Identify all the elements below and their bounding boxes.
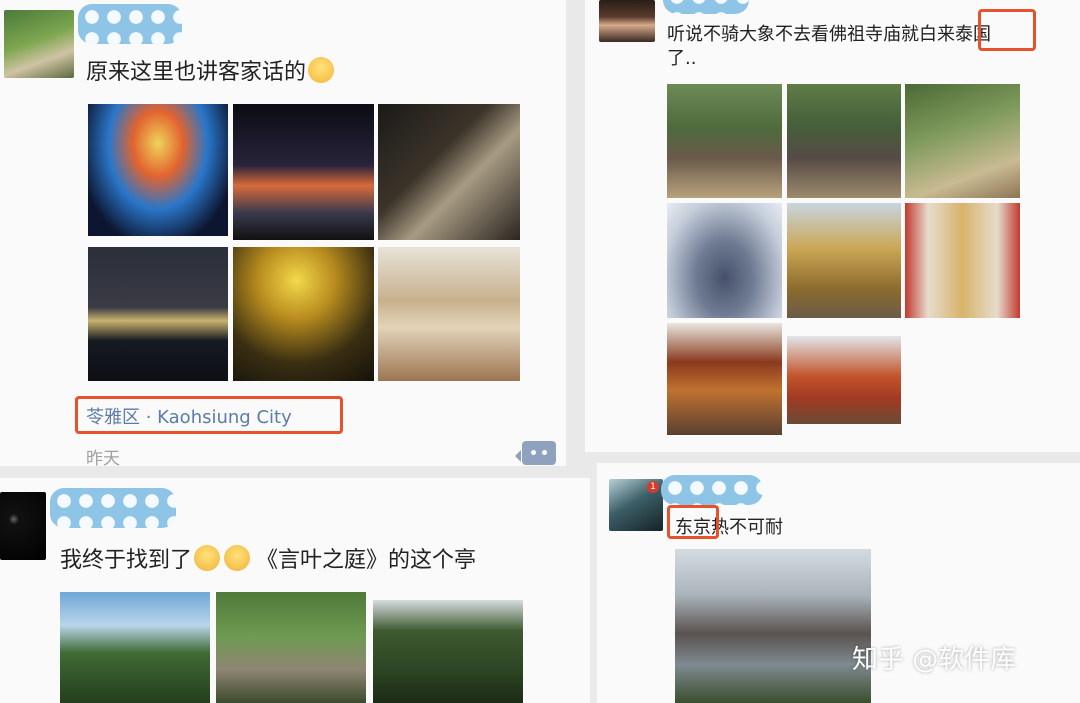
- photo-tile[interactable]: [675, 549, 871, 703]
- post-text-line1: 听说不骑大象不去看佛祖寺庙就白来泰国: [667, 24, 991, 45]
- photo-tile[interactable]: [787, 203, 901, 318]
- moment-post-tokyo: 1 东京热不可耐 知乎 @软件库: [597, 463, 1080, 703]
- user-avatar[interactable]: [4, 10, 74, 78]
- user-avatar[interactable]: [0, 492, 46, 560]
- comment-button[interactable]: [515, 441, 556, 465]
- crying-emoji: [224, 545, 251, 571]
- crying-emoji: [194, 545, 221, 571]
- username-blurred[interactable]: [50, 488, 176, 528]
- dot-icon: [542, 450, 547, 455]
- photo-tile[interactable]: [233, 104, 374, 240]
- photo-tile[interactable]: [378, 104, 520, 240]
- photo-tile[interactable]: [378, 247, 520, 381]
- highlight-box: [667, 505, 719, 539]
- photo-tile[interactable]: [787, 84, 901, 198]
- user-avatar[interactable]: [599, 0, 655, 42]
- moment-post-kaohsiung: 原来这里也讲客家话的 苓雅区 · Kaohsiung City 昨天: [0, 0, 566, 466]
- photo-tile[interactable]: [60, 592, 210, 703]
- post-text: 我终于找到了 《言叶之庭》的这个亭: [60, 542, 476, 574]
- moment-post-garden: 我终于找到了 《言叶之庭》的这个亭: [0, 478, 590, 703]
- highlight-box: [978, 9, 1036, 51]
- photo-tile[interactable]: [787, 336, 901, 424]
- highlight-box: [75, 396, 343, 434]
- photo-tile[interactable]: [216, 592, 366, 703]
- photo-tile[interactable]: [373, 600, 523, 703]
- photo-tile[interactable]: [88, 104, 228, 236]
- badge: 1: [647, 481, 659, 493]
- dot-icon: [531, 450, 536, 455]
- photo-tile[interactable]: [905, 203, 1020, 318]
- photo-tile[interactable]: [667, 203, 782, 318]
- laughing-tears-emoji: [308, 57, 335, 83]
- moment-post-thailand: 听说不骑大象不去看佛祖寺庙就白来泰国 了..: [585, 0, 1080, 452]
- username-blurred[interactable]: [78, 4, 182, 44]
- username-blurred[interactable]: [663, 0, 749, 14]
- photo-tile[interactable]: [233, 247, 374, 381]
- user-avatar[interactable]: 1: [609, 479, 663, 531]
- photo-tile[interactable]: [667, 323, 782, 435]
- photo-tile[interactable]: [667, 84, 782, 198]
- photo-tile[interactable]: [905, 84, 1020, 198]
- post-time: 昨天: [86, 449, 120, 466]
- username-blurred[interactable]: [661, 475, 763, 505]
- watermark: 知乎 @软件库: [852, 645, 1017, 675]
- post-text-line2: 了..: [667, 48, 697, 69]
- post-text: 原来这里也讲客家话的: [86, 54, 335, 86]
- photo-tile[interactable]: [88, 247, 228, 381]
